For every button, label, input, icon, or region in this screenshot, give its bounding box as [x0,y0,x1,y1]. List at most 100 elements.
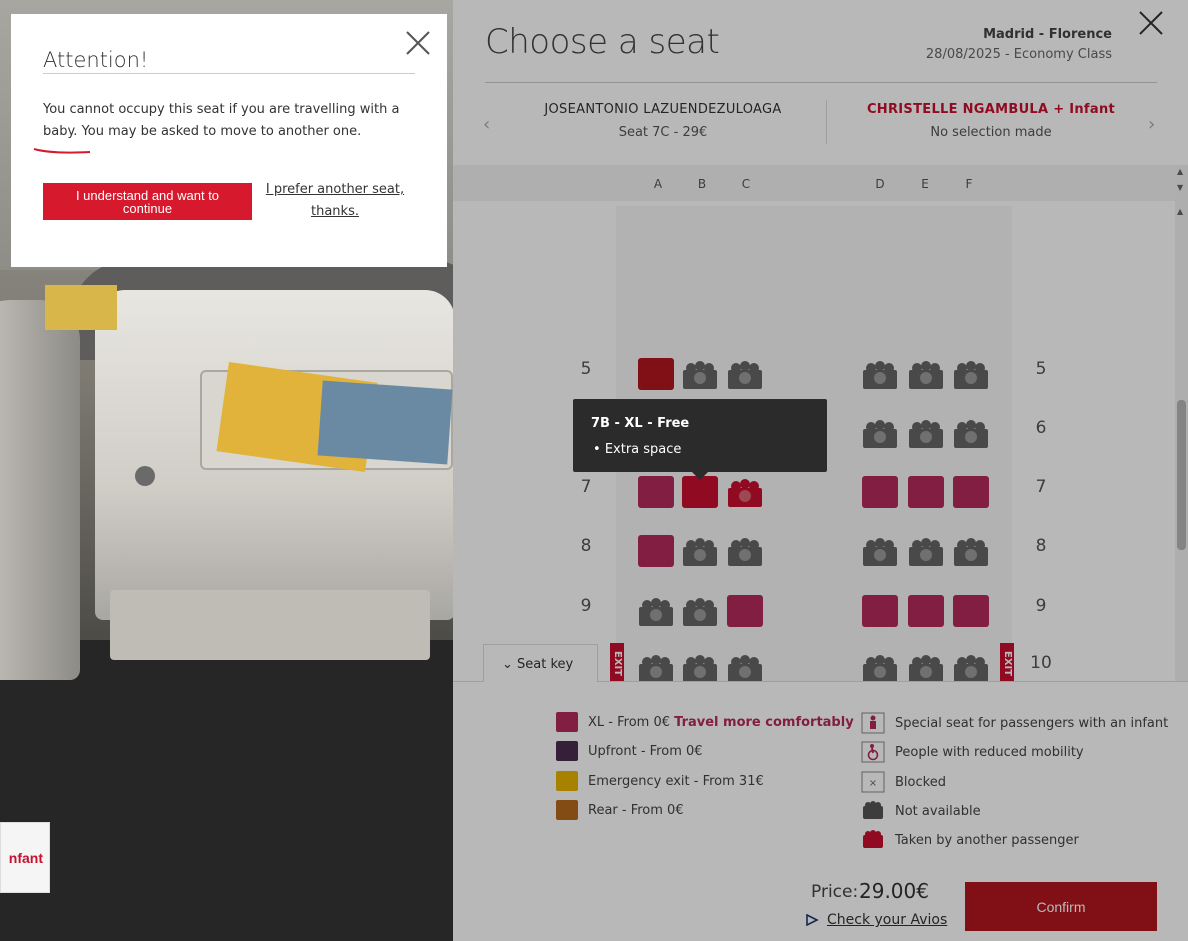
seat-key-tab[interactable]: ⌄ Seat key [483,644,598,682]
tooltip-tail [692,472,708,480]
modal-title: Attention! [43,48,149,72]
seat-8D[interactable] [862,535,898,567]
legend-label: Taken by another passenger [895,832,1079,848]
seat-5A[interactable] [638,358,674,390]
legend-rear: Rear - From 0€ [556,800,684,820]
seat-9C[interactable] [727,595,763,627]
passenger-tab[interactable]: CHRISTELLE NGAMBULA + Infant No selectio… [831,102,1151,140]
legend-label: Emergency exit - From 31€ [588,773,764,789]
row-number: 9 [580,596,592,616]
price-label: Price: [811,882,859,902]
chevron-right-icon[interactable]: › [1148,114,1155,135]
scroll-thumb[interactable] [1177,400,1186,550]
seat-8B[interactable] [682,535,718,567]
tooltip-item: • Extra space [593,442,682,457]
seat-7F[interactable] [953,476,989,508]
check-avios-link[interactable]: Check your Avios [827,912,947,928]
legend-xl: XL - From 0€ Travel more comfortably [556,712,854,732]
column-label: E [921,177,929,191]
price-footer: Price: 29.00€ Check your Avios Confirm [453,871,1188,941]
not-available-icon [863,801,883,819]
route: Madrid - Florence [983,27,1112,42]
seat-10A[interactable] [638,652,674,681]
exit-right: EXIT [1000,643,1014,681]
seat-key-panel: XL - From 0€ Travel more comfortably Upf… [453,681,1188,871]
legend-label: Not available [895,803,981,819]
passenger-chip[interactable]: nfant [0,822,50,893]
column-label: A [653,177,663,191]
legend-label: XL - From 0€ [588,714,670,730]
seat-5F[interactable] [953,358,989,390]
passenger-seat: No selection made [930,125,1052,140]
seat-9F[interactable] [953,595,989,627]
seat-10E[interactable] [908,652,944,681]
legend-upfront: Upfront - From 0€ [556,741,703,761]
seat-7C[interactable] [727,476,763,508]
price-value: 29.00€ [859,879,929,903]
scroll-up-icon[interactable]: ▲ [1177,167,1183,176]
seat-6E[interactable] [908,417,944,449]
seat-10F[interactable] [953,652,989,681]
seat-5C[interactable] [727,358,763,390]
tooltip-item-label: Extra space [604,442,682,457]
legend-label: Special seat for passengers with an infa… [895,715,1169,731]
wheelchair-icon [861,741,885,763]
seat-8C[interactable] [727,535,763,567]
row-number: 10 [1030,653,1052,673]
column-label: D [875,177,885,191]
legend-not-available: Not available [861,800,981,822]
seat-9D[interactable] [862,595,898,627]
modal-title-divider [43,73,415,74]
seat-8E[interactable] [908,535,944,567]
seat-7B[interactable] [682,476,718,508]
seat-8A[interactable] [638,535,674,567]
modal-message: You cannot occupy this seat if you are t… [43,102,400,139]
close-icon[interactable] [405,30,431,56]
legend-blocked: × Blocked [861,771,946,793]
seat-5D[interactable] [862,358,898,390]
flight-info: 28/08/2025 - Economy Class [925,47,1112,62]
passenger-tab[interactable]: JOSEANTONIO LAZUENDEZULOAGA Seat 7C - 29… [503,102,823,140]
chevron-down-icon: ⌄ [502,657,513,672]
row-number: 9 [1035,596,1047,616]
seat-9A[interactable] [638,595,674,627]
seat-10D[interactable] [862,652,898,681]
seat-7D[interactable] [862,476,898,508]
page-title: Choose a seat [485,22,720,62]
confirm-button[interactable]: Confirm [965,882,1157,931]
seatmap-scrollbar[interactable]: ▲ ▼ ▲ [1175,165,1188,681]
understand-continue-button[interactable]: I understand and want to continue [43,183,252,220]
seat-9B[interactable] [682,595,718,627]
row-number: 6 [1035,418,1047,438]
seat-10C[interactable] [727,652,763,681]
seat-9E[interactable] [908,595,944,627]
close-icon[interactable] [1138,10,1164,36]
seat-8F[interactable] [953,535,989,567]
seat-7A[interactable] [638,476,674,508]
legend-emergency: Emergency exit - From 31€ [556,771,764,791]
rear-swatch [556,800,578,820]
scroll-down-icon[interactable]: ▼ [1177,183,1183,192]
chevron-left-icon[interactable]: ‹ [483,114,490,135]
column-label: C [741,177,751,191]
prefer-another-seat-link[interactable]: I prefer another seat, thanks. [261,179,409,223]
header-divider [485,82,1157,83]
seat-5B[interactable] [682,358,718,390]
legend-taken: Taken by another passenger [861,829,1079,851]
seat-6D[interactable] [862,417,898,449]
seat-5E[interactable] [908,358,944,390]
seat-6F[interactable] [953,417,989,449]
attention-modal: Attention! You cannot occupy this seat i… [11,14,447,267]
seat-10B[interactable] [682,652,718,681]
scroll-up-icon[interactable]: ▲ [1177,207,1183,216]
row-number: 5 [580,359,592,379]
column-label: F [965,177,973,191]
row-number: 7 [580,477,592,497]
passenger-chip-label: nfant [8,849,43,866]
seat-key-tab-label: Seat key [517,657,574,672]
seat-7E[interactable] [908,476,944,508]
tray-table [110,590,430,660]
legend-label: People with reduced mobility [895,744,1084,760]
taken-seat-icon [863,830,883,848]
xl-swatch [556,712,578,732]
